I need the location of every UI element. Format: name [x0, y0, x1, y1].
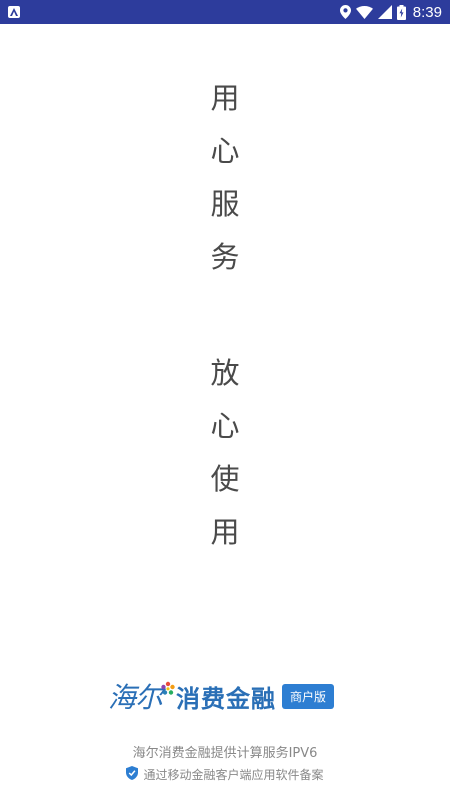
slogan-char: 务	[210, 240, 240, 274]
slogan-char: 心	[210, 409, 240, 443]
merchant-edition-badge: 商户版	[282, 683, 335, 709]
filing-text: 通过移动金融客户端应用软件备案	[143, 768, 324, 782]
status-bar: 8:39	[0, 0, 450, 24]
slogan-char: 使	[210, 462, 240, 496]
slogan-serve-with-heart: 用 心 服 务	[210, 84, 239, 272]
app-notification-icon	[8, 6, 20, 18]
slogan-char: 心	[210, 134, 240, 168]
shield-check-icon	[126, 766, 139, 783]
filing-notice: 通过移动金融客户端应用软件备案	[0, 766, 450, 783]
battery-charging-icon	[396, 4, 406, 20]
wifi-icon	[355, 5, 373, 19]
flower-logo-icon	[160, 681, 176, 701]
slogan-char: 用	[210, 81, 240, 115]
slogan-use-with-ease: 放 心 使 用	[210, 359, 239, 547]
ipv6-service-text: 海尔消费金融提供计算服务IPV6	[132, 746, 318, 761]
status-time: 8:39	[412, 3, 442, 21]
slogan-char: 服	[210, 187, 240, 221]
slogan-char: 放	[210, 356, 240, 390]
location-icon	[339, 5, 351, 19]
splash-screen: 8:39 用 心 服 务 放 心 使 用 海尔 消费金融 商户版 海尔消费金融提…	[0, 0, 450, 800]
brand-name: 消费金融	[176, 684, 277, 713]
brand-logo: 海尔 消费金融 商户版	[108, 676, 335, 716]
slogan-char: 用	[210, 515, 240, 549]
cell-signal-icon	[377, 5, 392, 19]
brand-script-text: 海尔	[108, 681, 163, 714]
